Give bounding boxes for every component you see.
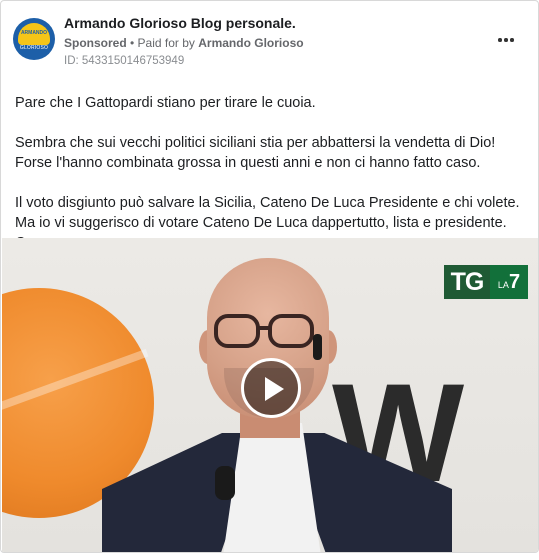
ad-id: ID: 5433150146753949 xyxy=(64,55,185,67)
la7-logo-la: LA xyxy=(497,280,509,290)
microphone-icon xyxy=(215,466,235,500)
more-options-button[interactable] xyxy=(494,31,518,49)
glasses-bridge xyxy=(258,326,270,330)
post-paragraph: Sembra che sui vecchi politici siciliani… xyxy=(15,135,496,171)
page-avatar[interactable]: ARMANDO GLORIOSO xyxy=(13,18,55,60)
paid-for-prefix: • Paid for by xyxy=(126,36,199,50)
play-icon xyxy=(265,377,284,401)
sponsored-label: Sponsored xyxy=(64,36,127,50)
more-horizontal-icon xyxy=(510,38,514,42)
more-horizontal-icon xyxy=(498,38,502,42)
page-name-link[interactable]: Armando Glorioso Blog personale. xyxy=(64,15,296,31)
ad-card: ARMANDO GLORIOSO Armando Glorioso Blog p… xyxy=(0,0,539,553)
tg-la7-logo: TG LA7 xyxy=(444,265,528,299)
glasses-right-lens xyxy=(268,314,314,348)
tg-logo-text: TG xyxy=(444,265,490,299)
avatar-logo-text-bottom: GLORIOSO xyxy=(19,45,49,51)
post-body: Pare che I Gattopardi stiano per tirare … xyxy=(15,93,527,253)
post-paragraph: Pare che I Gattopardi stiano per tirare … xyxy=(15,95,316,111)
glasses-left-lens xyxy=(214,314,260,348)
advertiser-name[interactable]: Armando Glorioso xyxy=(198,36,303,50)
headset-mic-icon xyxy=(313,334,322,360)
ad-header: ARMANDO GLORIOSO Armando Glorioso Blog p… xyxy=(1,1,538,79)
video-player[interactable]: W TG LA7 xyxy=(2,238,538,552)
la7-logo-text: LA7 xyxy=(490,265,528,299)
avatar-logo-text-top: ARMANDO xyxy=(20,30,48,36)
more-horizontal-icon xyxy=(504,38,508,42)
play-button[interactable] xyxy=(241,358,301,418)
la7-logo-7: 7 xyxy=(508,271,521,293)
sponsor-line: Sponsored • Paid for by Armando Glorioso xyxy=(64,36,304,50)
